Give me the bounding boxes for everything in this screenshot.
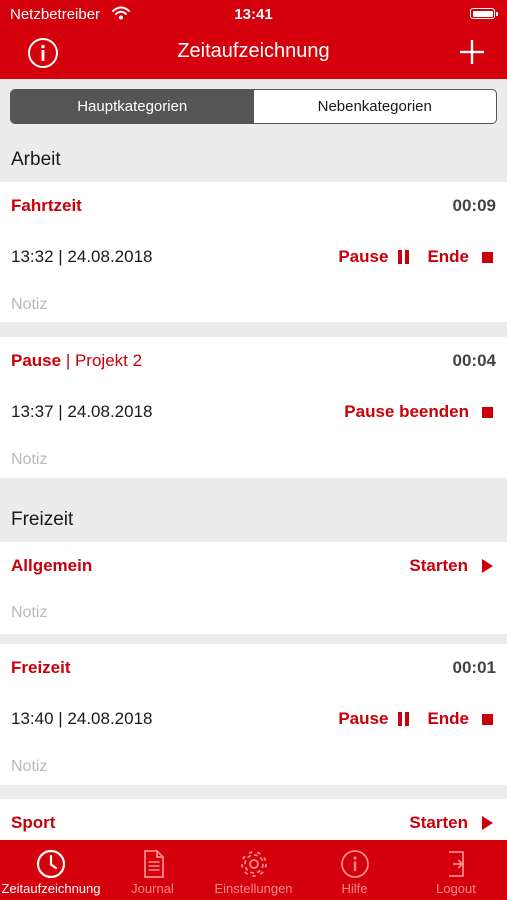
start-time: 13:37 | 24.08.2018: [11, 402, 153, 421]
clock-icon: [36, 849, 66, 879]
category-segmented-control: Hauptkategorien Nebenkategorien: [10, 89, 497, 124]
actions: Starten: [409, 813, 493, 833]
resume-label: Pause beenden: [344, 402, 469, 421]
tab-label: Journal: [131, 881, 174, 896]
activity-name[interactable]: Pause | Projekt 2: [11, 351, 142, 371]
play-icon: [482, 559, 493, 573]
gear-icon: [240, 851, 267, 877]
resume-button[interactable]: Pause beenden: [344, 402, 493, 422]
actions: Pause Ende: [338, 709, 493, 729]
status-time: 13:41: [234, 6, 273, 23]
tab-label: Einstellungen: [214, 881, 293, 896]
activity-name[interactable]: Sport: [11, 813, 55, 833]
info-icon: [340, 850, 369, 878]
document-icon: [143, 850, 164, 878]
tab-label: Hilfe: [341, 881, 368, 896]
tab-label: Logout: [436, 881, 476, 896]
tab-journal[interactable]: Journal: [102, 840, 203, 900]
stop-icon: [482, 406, 493, 418]
tab-bar: Zeitaufzeichnung Journal Einstellungen H…: [0, 840, 507, 900]
timer-card-sport: Sport Starten: [0, 799, 507, 840]
duration: 00:09: [452, 196, 496, 215]
pause-button[interactable]: Pause: [338, 709, 410, 729]
duration: 00:01: [452, 658, 496, 677]
actions: Pause beenden: [344, 402, 493, 422]
actions: Starten: [409, 556, 493, 576]
pause-button[interactable]: Pause: [338, 247, 410, 267]
start-button[interactable]: Starten: [409, 813, 493, 833]
status-bar: Netzbetreiber 13:41: [0, 0, 507, 28]
note-field[interactable]: Notiz: [11, 451, 47, 469]
plus-icon[interactable]: [459, 39, 485, 65]
pause-icon: [398, 712, 410, 726]
start-time: 13:40 | 24.08.2018: [11, 709, 153, 728]
start-label: Starten: [409, 813, 468, 832]
note-field[interactable]: Notiz: [11, 296, 47, 314]
section-title-freizeit: Freizeit: [11, 509, 74, 530]
pause-label: Pause: [338, 247, 389, 266]
start-time: 13:32 | 24.08.2018: [11, 247, 153, 266]
battery-icon: [470, 8, 498, 19]
top-bar: Netzbetreiber 13:41 Zeitaufzeichnung: [0, 0, 507, 79]
end-button[interactable]: Ende: [427, 247, 493, 267]
tab-zeitaufzeichnung[interactable]: Zeitaufzeichnung: [0, 840, 102, 900]
segment-hauptkategorien[interactable]: Hauptkategorien: [11, 90, 254, 123]
activity-name[interactable]: Allgemein: [11, 556, 92, 576]
end-label: Ende: [427, 709, 469, 728]
tab-hilfe[interactable]: Hilfe: [304, 840, 405, 900]
tab-logout[interactable]: Logout: [405, 840, 507, 900]
segment-nebenkategorien[interactable]: Nebenkategorien: [254, 90, 497, 123]
timer-card-allgemein: Allgemein Starten Notiz: [0, 542, 507, 634]
activity-name[interactable]: Freizeit: [11, 658, 71, 678]
page-title: Zeitaufzeichnung: [177, 40, 330, 62]
timer-card-fahrtzeit: Fahrtzeit 00:09 13:32 | 24.08.2018 Pause…: [0, 182, 507, 322]
play-icon: [482, 816, 493, 830]
tab-einstellungen[interactable]: Einstellungen: [203, 840, 304, 900]
tab-label: Zeitaufzeichnung: [1, 881, 101, 896]
stop-icon: [482, 251, 493, 263]
actions: Pause Ende: [338, 247, 493, 267]
timer-card-freizeit: Freizeit 00:01 13:40 | 24.08.2018 Pause …: [0, 644, 507, 785]
duration: 00:04: [452, 351, 496, 370]
activity-name[interactable]: Fahrtzeit: [11, 196, 82, 216]
logout-icon: [449, 851, 464, 877]
pause-label: Pause: [338, 709, 389, 728]
start-button[interactable]: Starten: [409, 556, 493, 576]
project-label: | Projekt 2: [65, 351, 143, 370]
end-label: Ende: [427, 247, 469, 266]
timer-card-pause: Pause | Projekt 2 00:04 13:37 | 24.08.20…: [0, 337, 507, 478]
stop-icon: [482, 713, 493, 725]
start-label: Starten: [409, 556, 468, 575]
note-field[interactable]: Notiz: [11, 604, 47, 622]
section-title-arbeit: Arbeit: [11, 149, 61, 170]
pause-icon: [398, 250, 410, 264]
end-button[interactable]: Ende: [427, 709, 493, 729]
segment-area: Hauptkategorien Nebenkategorien: [0, 79, 507, 134]
note-field[interactable]: Notiz: [11, 758, 47, 776]
